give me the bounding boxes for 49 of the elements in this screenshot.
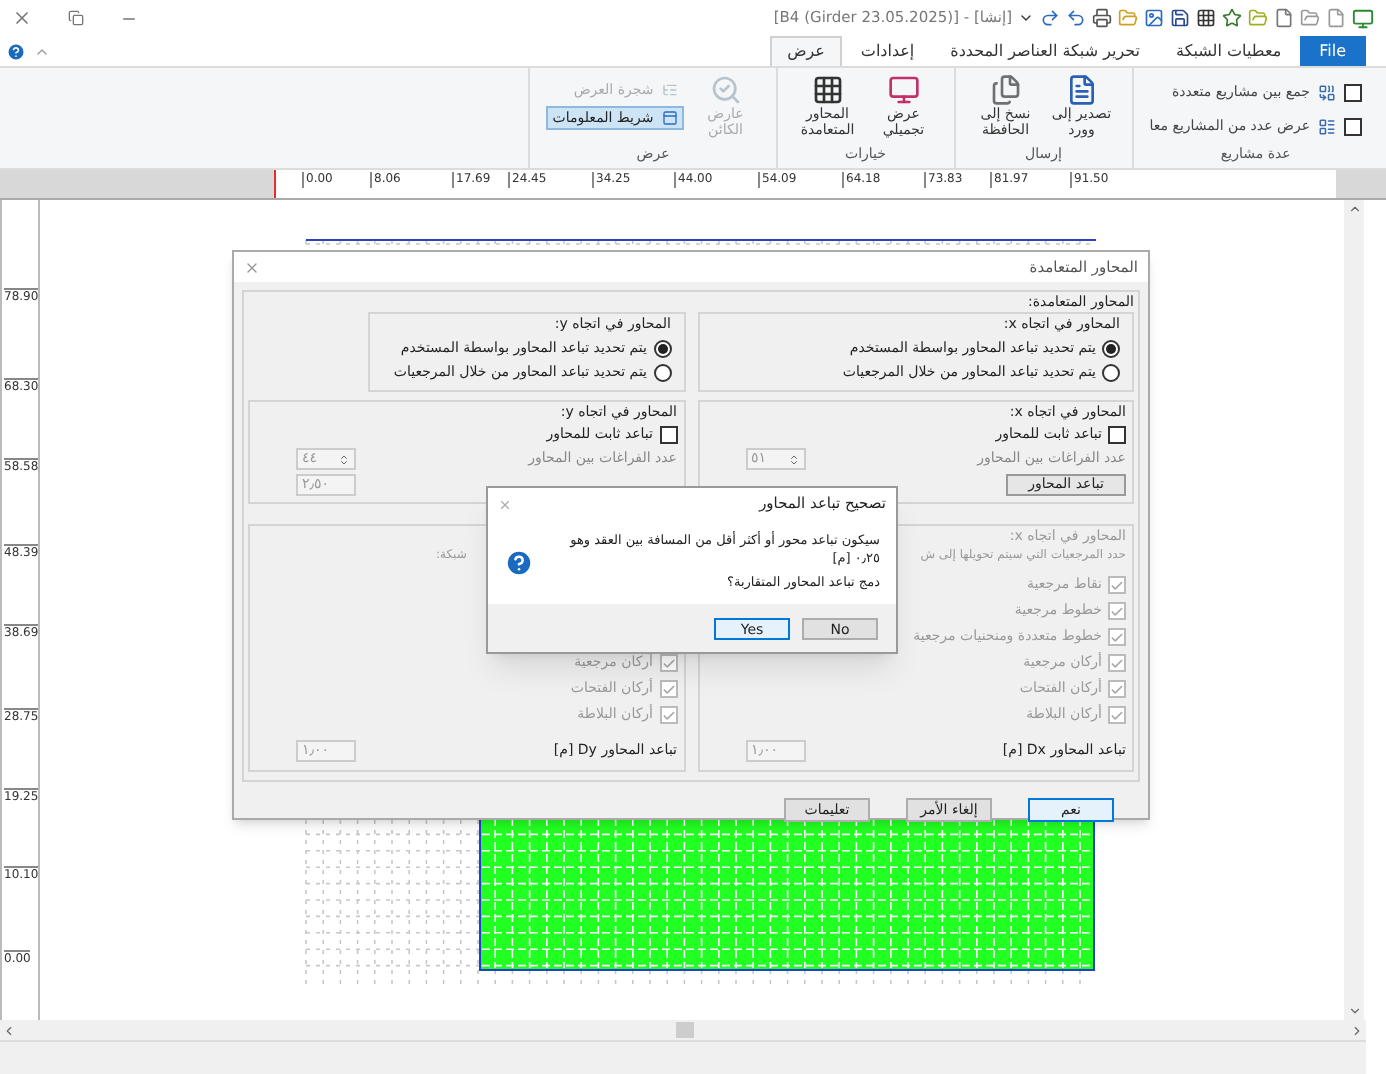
scroll-left-icon[interactable] bbox=[2, 1023, 16, 1037]
undo-icon[interactable] bbox=[1066, 8, 1086, 28]
ribbon-tab[interactable]: عرض bbox=[769, 36, 843, 66]
checkbox[interactable] bbox=[1344, 83, 1362, 101]
folder-icon[interactable] bbox=[1248, 8, 1268, 28]
close-icon[interactable] bbox=[12, 8, 32, 28]
scroll-thumb[interactable] bbox=[676, 1022, 694, 1038]
checkbox[interactable] bbox=[659, 426, 677, 444]
star-icon[interactable] bbox=[1222, 8, 1242, 28]
monitor-icon[interactable] bbox=[1352, 7, 1374, 29]
file-icon[interactable] bbox=[1326, 8, 1346, 28]
file-icon[interactable] bbox=[1274, 8, 1294, 28]
radio-button[interactable] bbox=[1102, 340, 1120, 358]
pages-icon bbox=[989, 74, 1022, 106]
file-tab[interactable]: File bbox=[1299, 36, 1366, 66]
folder-icon[interactable] bbox=[1300, 8, 1320, 28]
panel-icon bbox=[661, 110, 678, 126]
close-icon[interactable] bbox=[244, 259, 260, 275]
ribbon-tab[interactable]: إعدادات bbox=[842, 36, 933, 66]
grid-icon bbox=[811, 74, 844, 106]
printer-icon[interactable] bbox=[1092, 8, 1112, 28]
checkbox[interactable] bbox=[1344, 117, 1362, 135]
radio-button[interactable] bbox=[1102, 364, 1120, 382]
save-icon[interactable] bbox=[1170, 8, 1190, 28]
ribbon-tab[interactable]: تحرير شبكة العناصر المحددة bbox=[932, 36, 1159, 66]
checkbox[interactable] bbox=[1108, 426, 1126, 444]
scroll-right-icon[interactable] bbox=[1350, 1023, 1364, 1037]
radio-button[interactable] bbox=[653, 364, 671, 382]
horizontal-scrollbar[interactable] bbox=[0, 1020, 1366, 1040]
restore-icon[interactable] bbox=[68, 10, 84, 26]
collapse-icon[interactable] bbox=[34, 44, 50, 60]
close-icon[interactable] bbox=[498, 497, 512, 511]
radio-button[interactable] bbox=[653, 340, 671, 358]
monitor-icon bbox=[887, 74, 920, 106]
vertical-scrollbar[interactable] bbox=[1344, 200, 1364, 1020]
ribbon-tab[interactable]: معطيات الشبكة bbox=[1158, 36, 1300, 66]
list-icon bbox=[1318, 117, 1336, 135]
document-icon bbox=[1065, 74, 1098, 106]
help-icon[interactable] bbox=[6, 42, 26, 62]
question-icon bbox=[504, 547, 534, 577]
scroll-up-icon[interactable] bbox=[1347, 202, 1361, 216]
magnifier-icon bbox=[709, 74, 742, 106]
caret-icon[interactable] bbox=[1018, 10, 1034, 26]
merge-icon bbox=[1318, 83, 1336, 101]
tree-icon bbox=[661, 82, 678, 98]
grid-icon[interactable] bbox=[1196, 8, 1216, 28]
redo-icon[interactable] bbox=[1040, 8, 1060, 28]
picture-icon[interactable] bbox=[1144, 8, 1164, 28]
scroll-down-icon[interactable] bbox=[1347, 1004, 1361, 1018]
